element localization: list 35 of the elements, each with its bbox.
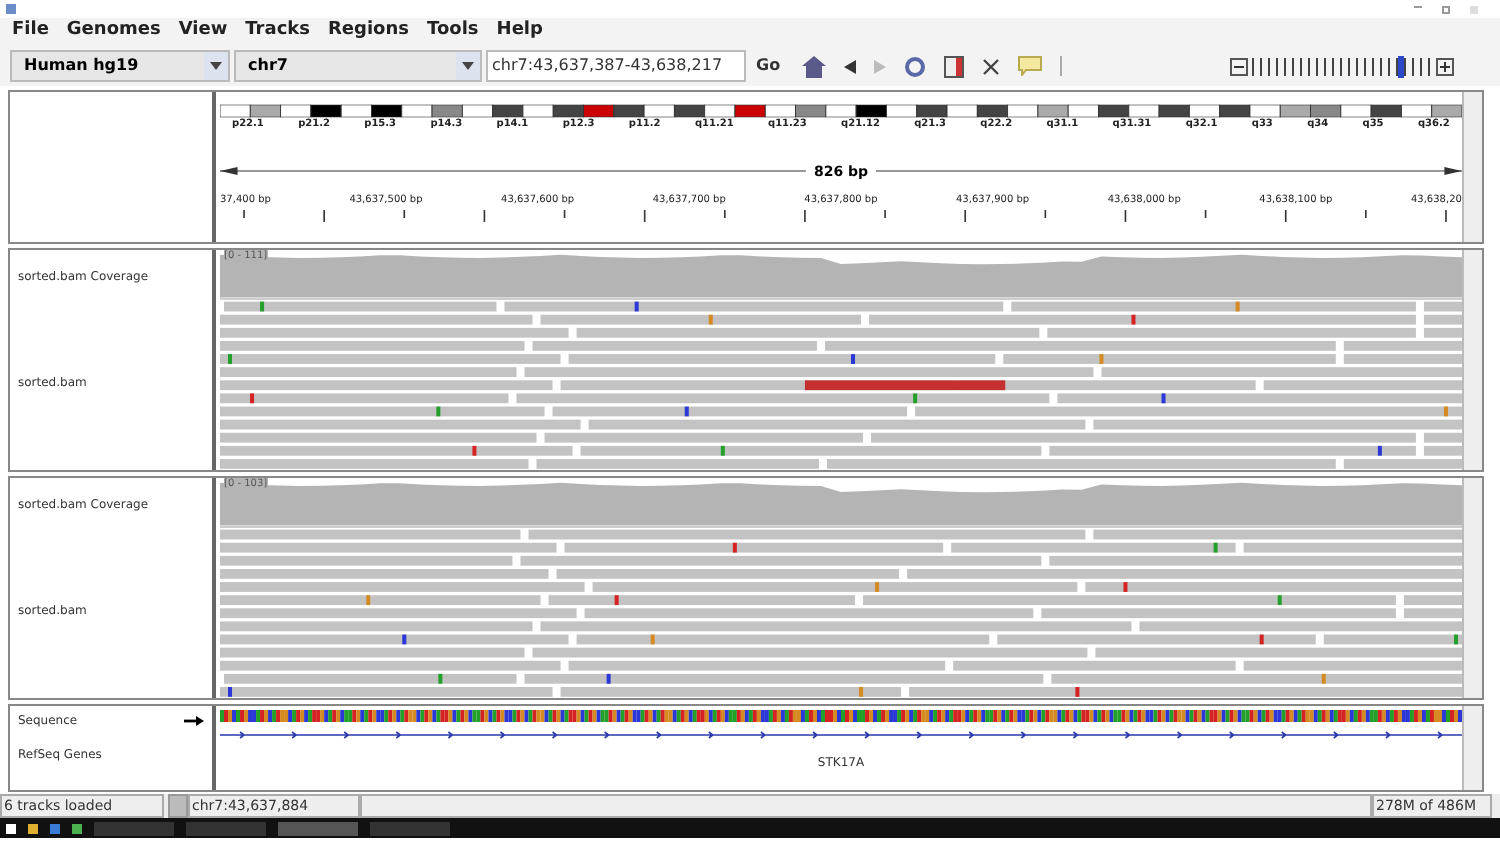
taskbar-app-icon[interactable] [50, 823, 60, 833]
genome-dropdown[interactable]: Human hg19 [10, 50, 230, 82]
menu-item[interactable]: Tools [427, 18, 479, 46]
taskbar-app-icon[interactable] [28, 823, 38, 833]
scrollbar[interactable] [1462, 478, 1482, 698]
status-icon [168, 794, 188, 818]
scrollbar[interactable] [1462, 250, 1482, 470]
zoom-out-icon[interactable] [1230, 57, 1248, 75]
chromosome-dropdown[interactable]: chr7 [234, 50, 482, 82]
region-icon[interactable] [944, 55, 965, 77]
minimize-icon[interactable] [1414, 5, 1422, 7]
separator-icon [1060, 56, 1063, 76]
taskbar-window-button[interactable] [278, 821, 358, 835]
menu-item[interactable]: File [12, 18, 49, 46]
menu-item[interactable]: View [178, 18, 228, 46]
start-icon[interactable] [6, 823, 16, 833]
scrollbar[interactable] [1462, 706, 1482, 790]
taskbar-app-icon[interactable] [72, 823, 82, 833]
home-icon[interactable] [802, 55, 827, 77]
go-button[interactable]: Go [750, 50, 787, 82]
menu-item[interactable]: Help [496, 18, 543, 46]
back-icon[interactable] [844, 59, 857, 73]
zoom-in-icon[interactable] [1436, 57, 1454, 75]
menu-item[interactable]: Genomes [66, 18, 161, 46]
app-icon [6, 4, 16, 14]
locus-field[interactable]: chr7:43,637,387-43,638,217 [486, 50, 746, 82]
menu-item[interactable]: Tracks [245, 18, 310, 46]
zoom-thumb[interactable] [1398, 55, 1405, 77]
maximize-icon[interactable] [1442, 5, 1450, 13]
strand-arrow-icon[interactable] [184, 716, 204, 726]
caret-icon [210, 62, 222, 70]
caret-icon [462, 62, 474, 70]
scrollbar[interactable] [1462, 92, 1482, 242]
menu-item[interactable]: Regions [328, 18, 410, 46]
resize-icon[interactable] [982, 57, 1001, 75]
